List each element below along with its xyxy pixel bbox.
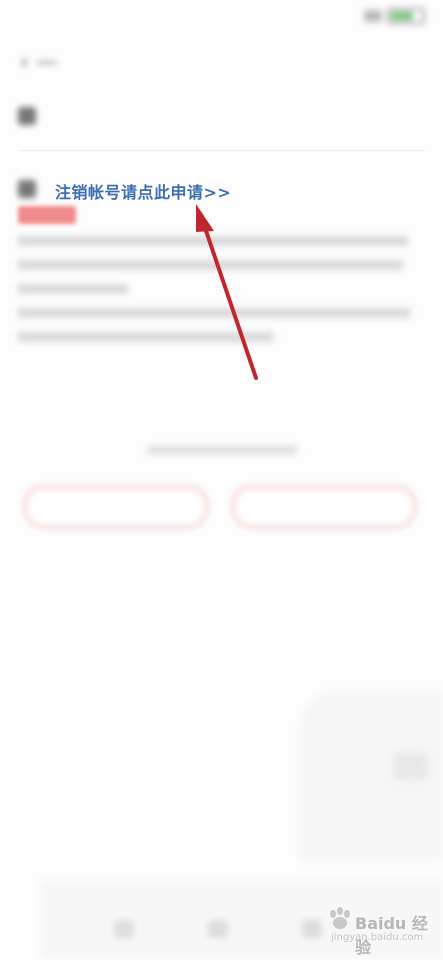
annotation-arrow xyxy=(196,204,258,380)
